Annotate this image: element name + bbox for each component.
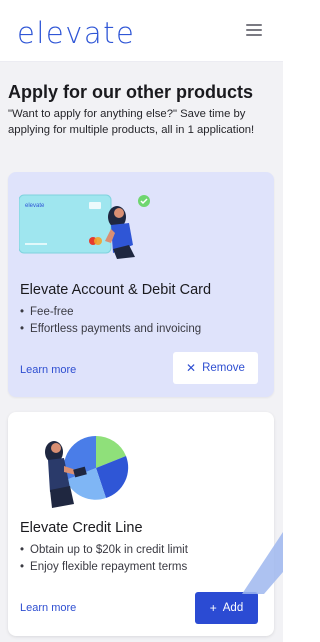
close-icon: ✕ (186, 361, 197, 375)
plus-icon: + (209, 601, 217, 615)
add-button-label: Add (222, 602, 244, 614)
product-bullets: Obtain up to $20k in credit limit Enjoy … (20, 542, 188, 576)
bullet-item: Enjoy flexible repayment terms (20, 559, 188, 576)
product-title: Elevate Account & Debit Card (20, 282, 212, 298)
debit-card-illustration: elevate (19, 194, 150, 259)
hamburger-menu-icon[interactable] (246, 24, 262, 36)
bullet-item: Fee-free (20, 304, 201, 321)
app-header: elevate (0, 0, 283, 62)
section-description: "Want to apply for anything else?" Save … (8, 108, 255, 136)
remove-button[interactable]: ✕ Remove (173, 352, 258, 384)
elevate-logo[interactable]: elevate (17, 16, 135, 50)
pointer-arrow-icon (242, 532, 283, 594)
pie-chart-illustration (45, 435, 129, 508)
learn-more-link[interactable]: Learn more (20, 364, 76, 376)
product-title: Elevate Credit Line (20, 520, 143, 536)
bullet-item: Obtain up to $20k in credit limit (20, 542, 188, 559)
product-card-account[interactable]: elevate Elevate Account & Debit Card Fee… (8, 172, 274, 397)
card-logo-text: elevate (25, 203, 45, 209)
product-card-credit-line[interactable]: Elevate Credit Line Obtain up to $20k in… (8, 412, 274, 636)
learn-more-link[interactable]: Learn more (20, 602, 76, 614)
remove-button-label: Remove (202, 362, 245, 374)
section-title: Apply for our other products (8, 82, 253, 102)
bullet-item: Effortless payments and invoicing (20, 321, 201, 338)
product-bullets: Fee-free Effortless payments and invoici… (20, 304, 201, 338)
